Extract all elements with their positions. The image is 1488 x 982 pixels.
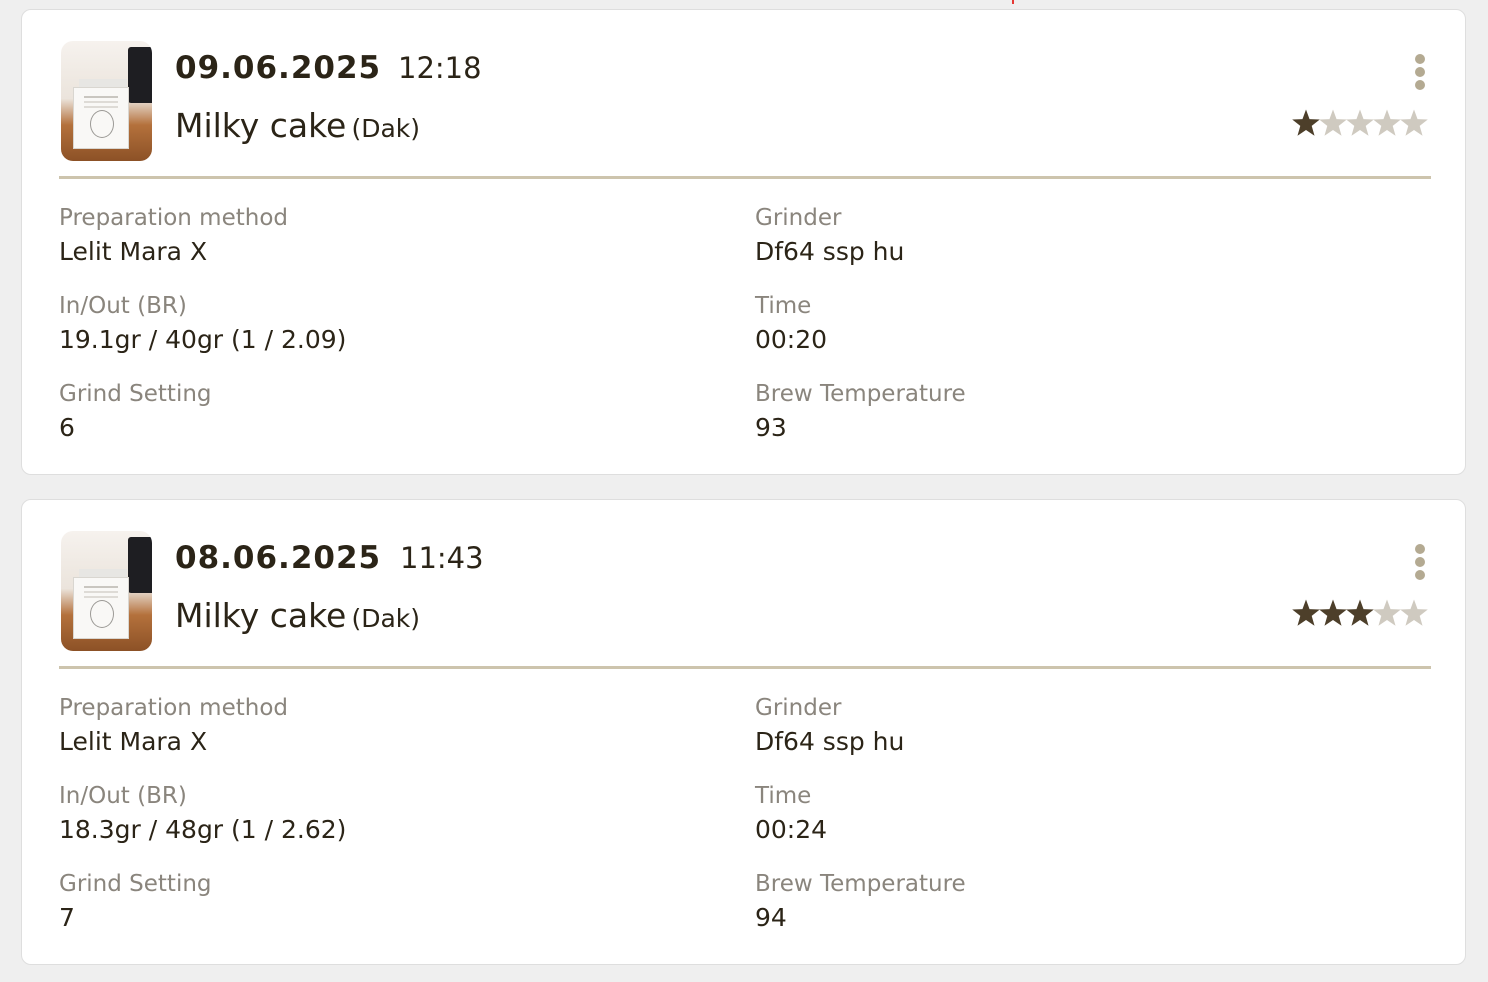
brew-time-of-day: 11:43 [400, 541, 484, 575]
brew-card[interactable]: 08.06.2025 11:43 Milky cake (Dak) Prepar… [21, 499, 1466, 965]
star-filled-icon [1292, 599, 1320, 626]
preparation-method-value: Lelit Mara X [59, 237, 208, 266]
grinder-label: Grinder [755, 695, 842, 721]
star-empty-icon [1346, 109, 1374, 136]
in-out-value: 19.1gr / 40gr (1 / 2.09) [59, 325, 347, 354]
in-out-label: In/Out (BR) [59, 783, 187, 809]
brew-time-of-day: 12:18 [398, 51, 482, 85]
time-label: Time [755, 293, 812, 319]
brew-date: 09.06.2025 [175, 50, 382, 86]
brew-temperature-label: Brew Temperature [755, 871, 966, 897]
in-out-value: 18.3gr / 48gr (1 / 2.62) [59, 815, 347, 844]
brew-time-value: 00:20 [755, 325, 828, 354]
bean-title: Milky cake (Dak) [175, 596, 420, 635]
more-vertical-icon[interactable] [1406, 544, 1434, 586]
bean-title: Milky cake (Dak) [175, 106, 420, 145]
star-rating [1292, 598, 1432, 628]
grind-setting-label: Grind Setting [59, 381, 212, 407]
star-empty-icon [1373, 599, 1401, 626]
grind-setting-value: 7 [59, 903, 75, 932]
star-filled-icon [1319, 599, 1347, 626]
bean-name: Milky cake [175, 596, 347, 635]
preparation-method-value: Lelit Mara X [59, 727, 208, 756]
bean-thumbnail[interactable] [61, 41, 152, 161]
brew-date: 08.06.2025 [175, 540, 382, 576]
star-rating-graphic [1292, 109, 1428, 136]
star-empty-icon [1319, 109, 1347, 136]
star-empty-icon [1400, 109, 1428, 136]
grind-setting-label: Grind Setting [59, 871, 212, 897]
grind-setting-value: 6 [59, 413, 75, 442]
divider [59, 666, 1431, 669]
brew-temperature-value: 94 [755, 903, 787, 932]
grinder-value: Df64 ssp hu [755, 727, 905, 756]
grinder-value: Df64 ssp hu [755, 237, 905, 266]
divider [59, 176, 1431, 179]
preparation-method-label: Preparation method [59, 205, 289, 231]
star-empty-icon [1400, 599, 1428, 626]
bean-name: Milky cake [175, 106, 347, 145]
brew-temperature-label: Brew Temperature [755, 381, 966, 407]
roaster-name: (Dak) [351, 114, 421, 143]
star-empty-icon [1373, 109, 1401, 136]
roaster-name: (Dak) [351, 604, 421, 633]
star-filled-icon [1292, 109, 1320, 136]
brew-card[interactable]: 09.06.2025 12:18 Milky cake (Dak) Prepar… [21, 9, 1466, 475]
star-filled-icon [1346, 599, 1374, 626]
brew-temperature-value: 93 [755, 413, 787, 442]
time-label: Time [755, 783, 812, 809]
more-vertical-icon[interactable] [1406, 54, 1434, 96]
grinder-label: Grinder [755, 205, 842, 231]
bean-thumbnail[interactable] [61, 531, 152, 651]
brew-time-value: 00:24 [755, 815, 828, 844]
star-rating [1292, 108, 1432, 138]
preparation-method-label: Preparation method [59, 695, 289, 721]
star-rating-graphic [1292, 599, 1428, 626]
scroll-indicator-mark [1012, 0, 1014, 4]
in-out-label: In/Out (BR) [59, 293, 187, 319]
